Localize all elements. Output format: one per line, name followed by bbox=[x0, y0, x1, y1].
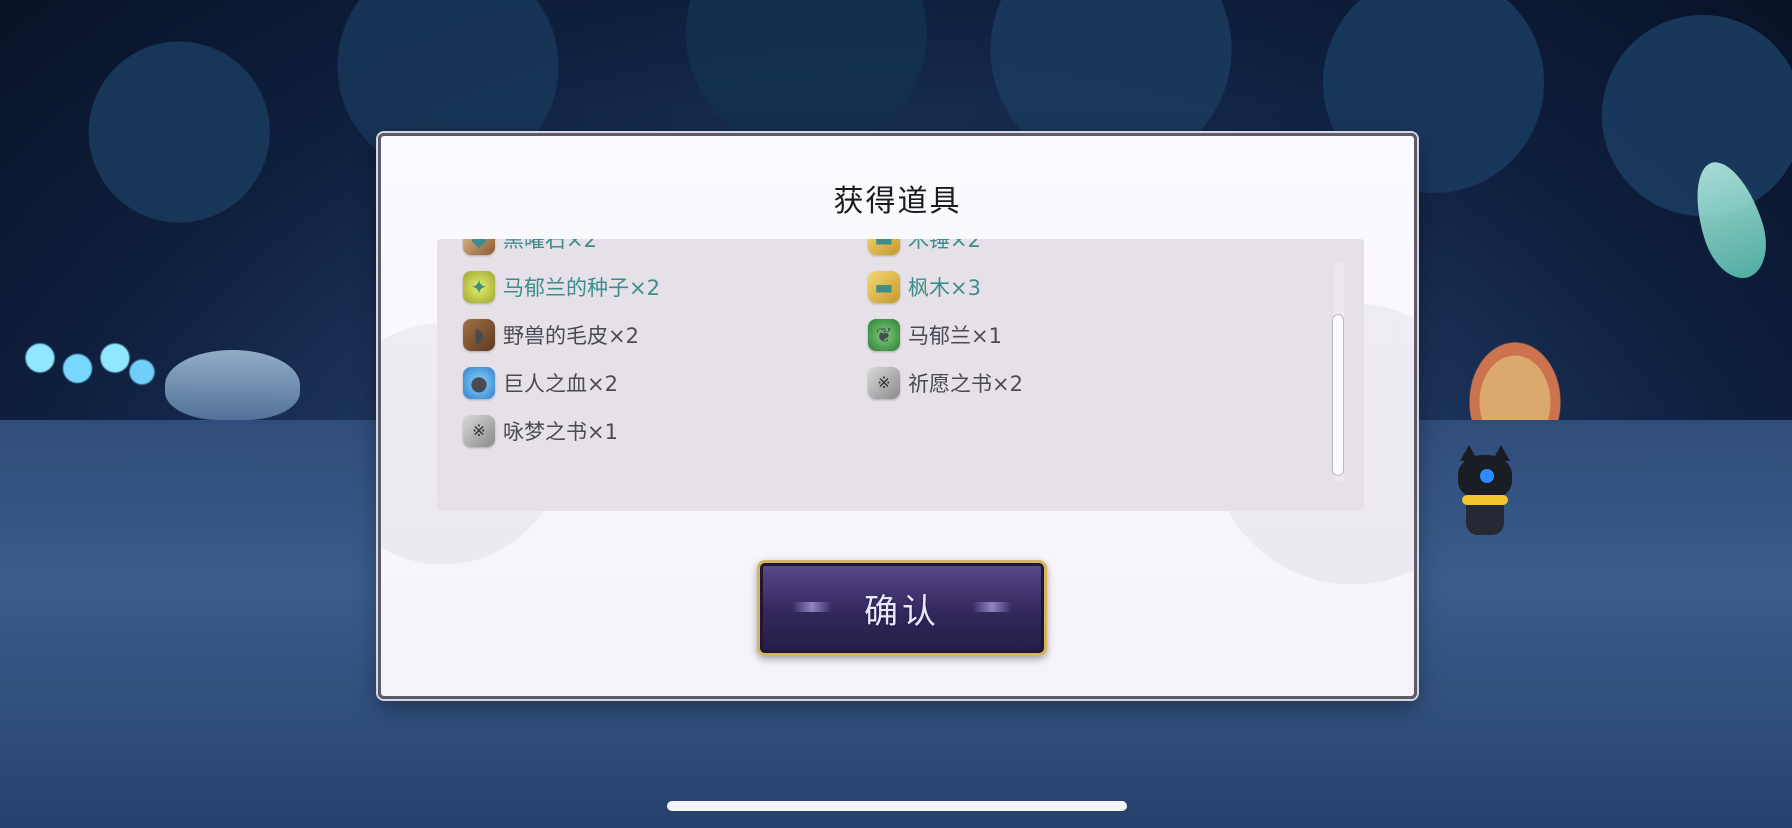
item-name: 祈愿之书×2 bbox=[908, 372, 1023, 396]
herb-icon: ❦ bbox=[868, 319, 900, 351]
item-name: 野兽的毛皮×2 bbox=[503, 324, 639, 348]
book-icon: ※ bbox=[463, 415, 495, 447]
maple-wood-icon: ▬ bbox=[868, 271, 900, 303]
dialog-title: 获得道具 bbox=[833, 184, 962, 219]
list-item: ❦ 马郁兰×1 bbox=[868, 315, 1273, 355]
confirm-button[interactable]: 确认 bbox=[757, 560, 1047, 656]
list-item: ※ 祈愿之书×2 bbox=[868, 363, 1273, 403]
list-item: ▬ 枫木×3 bbox=[868, 267, 1273, 307]
list-item: ◆ 黑曜石×2 bbox=[463, 239, 868, 259]
list-item: ● 巨人之血×2 bbox=[463, 363, 868, 403]
cat-scarf bbox=[1462, 495, 1508, 505]
list-item: ▬ 木锤×2 bbox=[868, 239, 1273, 259]
item-grid: ◆ 黑曜石×2 ▬ 木锤×2 ✦ 马郁兰的种子×2 ▬ 枫木×3 ◗ 野兽的毛皮… bbox=[437, 239, 1334, 451]
list-item: ※ 咏梦之书×1 bbox=[463, 411, 868, 451]
beast-hide-icon: ◗ bbox=[463, 319, 495, 351]
seed-icon: ✦ bbox=[463, 271, 495, 303]
obsidian-icon: ◆ bbox=[463, 239, 495, 255]
scrollbar-thumb[interactable] bbox=[1332, 314, 1344, 476]
item-name: 木锤×2 bbox=[908, 239, 981, 252]
item-name: 枫木×3 bbox=[908, 276, 981, 300]
item-reward-dialog: 获得道具 ◆ 黑曜石×2 ▬ 木锤×2 ✦ 马郁兰的种子×2 ▬ 枫木×3 ◗ … bbox=[378, 133, 1417, 699]
mossy-rock bbox=[165, 350, 300, 420]
home-indicator-bar[interactable] bbox=[667, 801, 1127, 811]
book-icon: ※ bbox=[868, 367, 900, 399]
glowing-flowers bbox=[10, 330, 160, 400]
wood-hammer-icon: ▬ bbox=[868, 239, 900, 255]
item-list-panel[interactable]: ◆ 黑曜石×2 ▬ 木锤×2 ✦ 马郁兰的种子×2 ▬ 枫木×3 ◗ 野兽的毛皮… bbox=[437, 239, 1364, 511]
confirm-button-label: 确认 bbox=[864, 591, 940, 632]
list-item: ◗ 野兽的毛皮×2 bbox=[463, 315, 868, 355]
item-name: 马郁兰×1 bbox=[908, 324, 1002, 348]
potion-icon: ● bbox=[463, 367, 495, 399]
item-name: 巨人之血×2 bbox=[503, 372, 618, 396]
item-name: 黑曜石×2 bbox=[503, 239, 597, 252]
item-name: 咏梦之书×1 bbox=[503, 420, 618, 444]
list-item: ✦ 马郁兰的种子×2 bbox=[463, 267, 868, 307]
coral-plant bbox=[1460, 330, 1570, 420]
cat-character[interactable] bbox=[1450, 445, 1520, 555]
item-name: 马郁兰的种子×2 bbox=[503, 276, 660, 300]
cat-eye bbox=[1480, 469, 1494, 483]
